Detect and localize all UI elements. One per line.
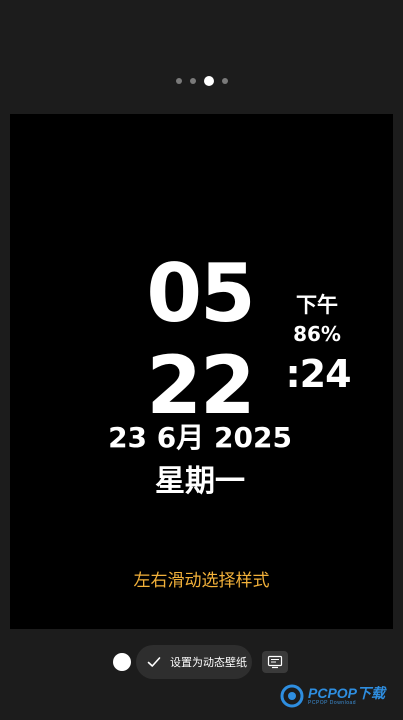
watermark-text-group: PCPOP下载 PCPOP Download xyxy=(308,686,385,706)
color-swatch-button[interactable] xyxy=(113,653,131,671)
ampm-label: 下午 xyxy=(296,293,338,317)
clock-seconds: :24 xyxy=(285,352,351,396)
wallpaper-preview[interactable]: 05 22 下午 86% :24 23 6月 2025 星期一 左右滑动选择样式 xyxy=(10,114,393,629)
page-dot-2[interactable] xyxy=(189,78,196,84)
swipe-hint: 左右滑动选择样式 xyxy=(133,571,270,591)
clock-minute: 22 xyxy=(146,339,255,432)
page-dot-4[interactable] xyxy=(221,78,228,84)
set-live-wallpaper-button[interactable]: 设置为动态壁纸 xyxy=(136,645,252,679)
pcpop-logo-icon xyxy=(280,684,304,708)
page-dot-3-active[interactable] xyxy=(203,76,214,86)
page-dot-1[interactable] xyxy=(175,78,182,84)
date-label: 23 6月 2025 xyxy=(108,421,292,454)
set-wallpaper-label: 设置为动态壁纸 xyxy=(170,656,247,669)
page-indicator xyxy=(0,76,403,86)
weekday-label: 星期一 xyxy=(155,464,245,499)
watermark-brand: PCPOP下载 xyxy=(308,685,386,701)
battery-level: 86% xyxy=(293,322,341,346)
top-bar xyxy=(0,0,403,60)
screen-preview-icon xyxy=(267,655,283,669)
preview-toggle-button[interactable] xyxy=(262,651,288,673)
watermark: PCPOP下载 PCPOP Download xyxy=(280,684,385,708)
check-icon xyxy=(147,657,161,667)
clock-hour: 05 xyxy=(146,247,255,340)
